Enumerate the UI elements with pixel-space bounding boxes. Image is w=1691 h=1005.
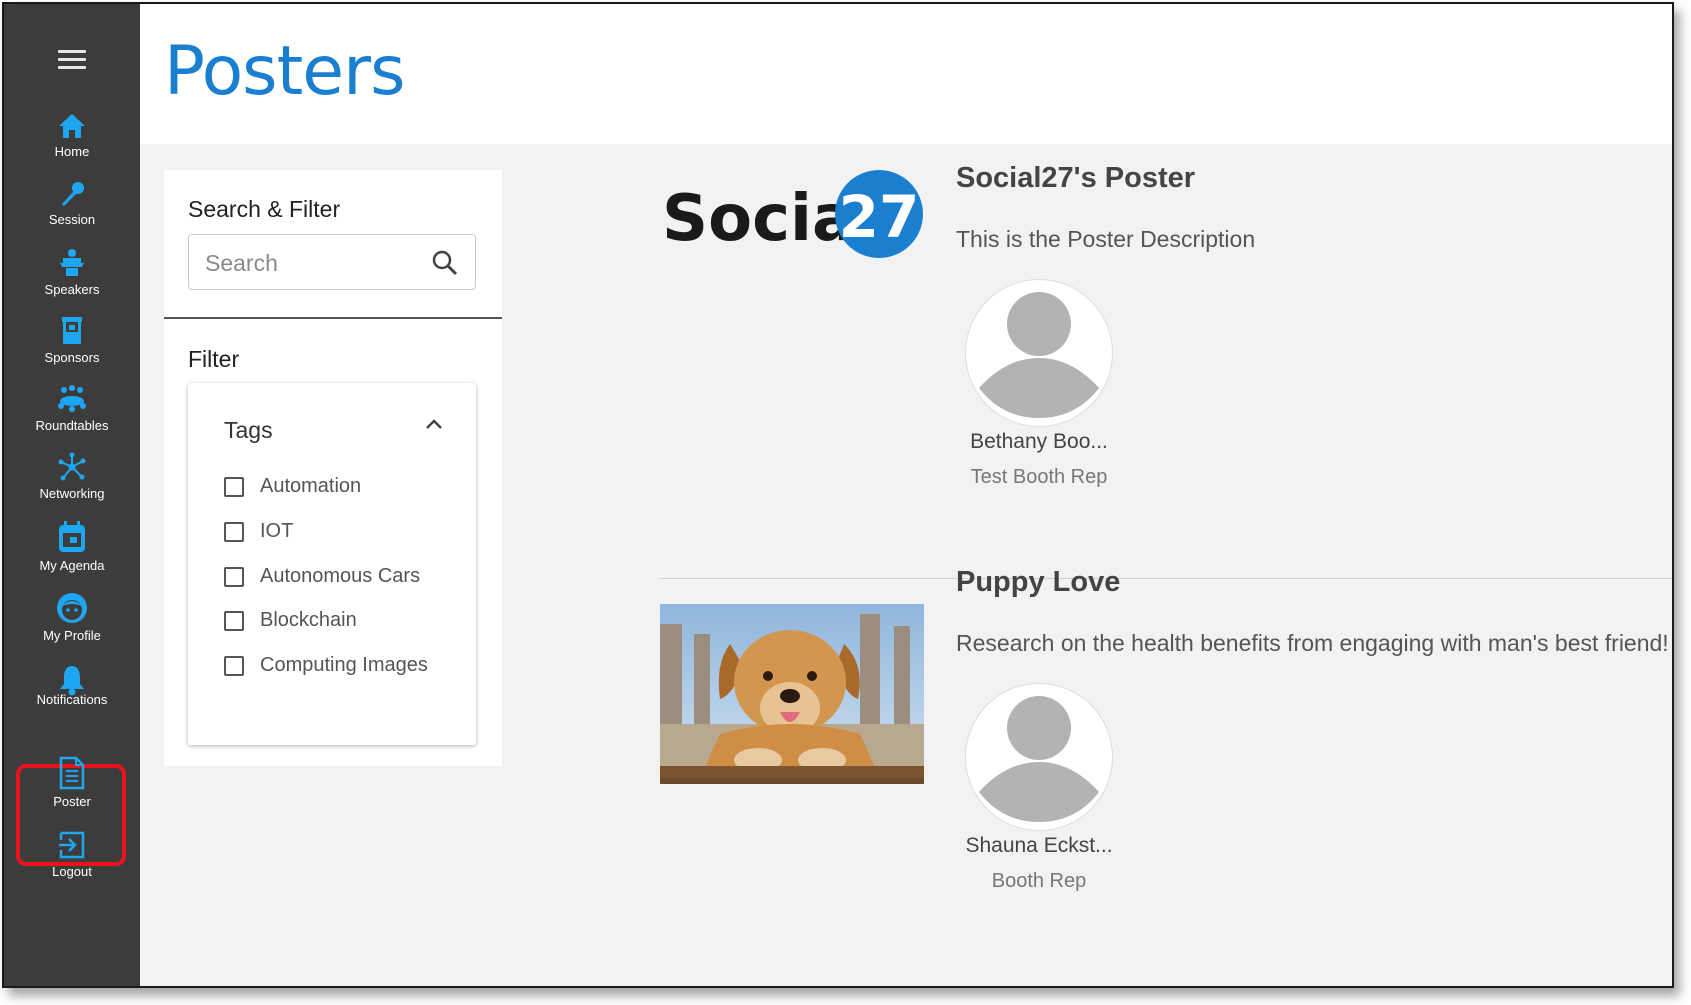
poster-thumbnail-social27[interactable]: Social 27 <box>660 170 924 260</box>
sidebar-item-label: Logout <box>52 864 92 879</box>
microphone-icon <box>62 182 84 206</box>
avatar[interactable] <box>966 684 1112 830</box>
page-title: Posters <box>164 32 405 111</box>
sidebar-item-session[interactable]: Session <box>4 180 140 227</box>
group-icon <box>58 385 86 412</box>
page-header: Posters <box>140 4 1672 144</box>
rep-role: Test Booth Rep <box>970 466 1108 488</box>
sidebar-item-networking[interactable]: Networking <box>4 452 140 501</box>
sidebar-item-label: Notifications <box>36 692 108 707</box>
sidebar-item-label: Speakers <box>44 282 100 297</box>
avatar[interactable] <box>966 280 1112 426</box>
search-filter-title: Search & Filter <box>188 196 341 222</box>
document-icon <box>59 756 85 790</box>
poster-thumbnail-puppy[interactable] <box>660 604 924 784</box>
poster-divider <box>660 578 1672 579</box>
sidebar-item-label: My Profile <box>43 628 101 643</box>
sidebar-item-logout[interactable]: Logout <box>4 830 140 879</box>
poster-title[interactable]: Social27's Poster <box>956 162 1195 195</box>
poster-description: Research on the health benefits from eng… <box>956 630 1669 656</box>
sidebar-item-label: Roundtables <box>35 418 109 433</box>
tag-label: Computing Images <box>260 654 428 676</box>
podium-icon <box>60 249 84 276</box>
user-placeholder-icon <box>971 689 1107 825</box>
home-icon <box>59 114 85 138</box>
tag-label: Automation <box>260 475 362 497</box>
checkbox[interactable] <box>224 477 244 497</box>
search-box <box>188 234 476 290</box>
search-input[interactable] <box>203 247 427 279</box>
calendar-icon <box>59 521 85 552</box>
hamburger-menu-icon[interactable] <box>58 50 86 70</box>
sidebar: Home Session Speakers Sponsors Roundtabl… <box>4 4 140 986</box>
tag-label: Autonomous Cars <box>260 565 421 587</box>
sidebar-item-speakers[interactable]: Speakers <box>4 248 140 297</box>
tag-label: Blockchain <box>260 609 357 631</box>
checkbox[interactable] <box>224 611 244 631</box>
social27-logo: Social 27 <box>662 170 923 258</box>
sidebar-item-label: Session <box>48 212 96 227</box>
tag-label: IOT <box>260 520 294 542</box>
booth-icon <box>62 317 82 344</box>
sidebar-item-label: Poster <box>53 794 91 809</box>
logout-icon <box>59 831 85 859</box>
rep-role: Booth Rep <box>991 870 1087 892</box>
filter-divider <box>164 317 502 319</box>
sidebar-item-poster[interactable]: Poster <box>4 756 140 809</box>
poster-title[interactable]: Puppy Love <box>956 566 1120 599</box>
svg-text:27: 27 <box>839 183 920 251</box>
filter-label: Filter <box>188 346 240 372</box>
search-filter-panel: Search & Filter Filter Tags Automation <box>164 170 502 766</box>
sidebar-item-roundtables[interactable]: Roundtables <box>4 384 140 433</box>
sidebar-item-home[interactable]: Home <box>4 112 140 159</box>
chevron-up-icon[interactable] <box>424 417 444 431</box>
sidebar-item-notifications[interactable]: Notifications <box>4 664 140 715</box>
user-placeholder-icon <box>971 285 1107 421</box>
checkbox[interactable] <box>224 656 244 676</box>
search-icon[interactable] <box>431 249 459 277</box>
rep-name: Bethany Boo... <box>970 430 1108 453</box>
sidebar-item-sponsors[interactable]: Sponsors <box>4 316 140 365</box>
sidebar-item-label: My Agenda <box>39 558 105 573</box>
poster-description: This is the Poster Description <box>956 226 1256 252</box>
sidebar-item-my-agenda[interactable]: My Agenda <box>4 520 140 573</box>
sidebar-item-label: Home <box>54 144 90 159</box>
tags-title: Tags <box>224 417 273 443</box>
sidebar-item-my-profile[interactable]: My Profile <box>4 592 140 643</box>
checkbox[interactable] <box>224 522 244 542</box>
sidebar-item-label: Networking <box>39 486 105 501</box>
rep-name: Shauna Eckst... <box>965 834 1113 857</box>
puppy-photo <box>660 604 924 778</box>
app-window: Home Session Speakers Sponsors Roundtabl… <box>2 2 1674 988</box>
profile-face-icon <box>57 593 87 623</box>
tags-accordion: Tags Automation IOT Autonomous Cars Bloc… <box>188 383 476 745</box>
checkbox[interactable] <box>224 567 244 587</box>
main-content: Search & Filter Filter Tags Automation <box>140 144 1672 986</box>
network-icon <box>58 452 86 481</box>
sidebar-item-label: Sponsors <box>44 350 100 365</box>
